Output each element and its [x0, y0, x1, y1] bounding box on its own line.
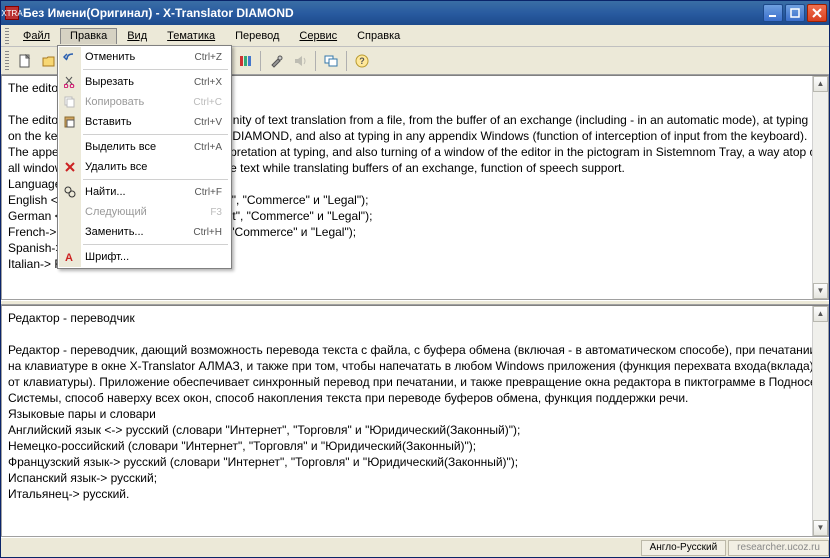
- scrollbar[interactable]: ▲ ▼: [812, 306, 828, 536]
- status-lang[interactable]: Англо-Русский: [641, 540, 727, 556]
- tr-line: Итальянец-> русский.: [8, 486, 822, 502]
- status-bar: Англо-Русский researcher.ucoz.ru: [1, 537, 829, 557]
- app-icon: XTRA: [5, 6, 19, 20]
- menu-translate[interactable]: Перевод: [225, 28, 289, 44]
- settings-icon[interactable]: [265, 50, 287, 72]
- edit-menu-dropdown: ОтменитьCtrl+Z ВырезатьCtrl+X Копировать…: [57, 45, 232, 269]
- cut-icon: [61, 73, 79, 91]
- scroll-down-icon[interactable]: ▼: [813, 520, 828, 536]
- menu-bar: Файл Правка Вид Тематика Перевод Сервис …: [1, 25, 829, 47]
- menu-file[interactable]: Файл: [13, 28, 60, 44]
- tr-line: Немецко-российский (словари "Интернет", …: [8, 438, 822, 454]
- edit-next: СледующийF3: [59, 202, 230, 222]
- scroll-down-icon[interactable]: ▼: [813, 283, 828, 299]
- scroll-up-icon[interactable]: ▲: [813, 76, 828, 92]
- edit-find[interactable]: Найти...Ctrl+F: [59, 182, 230, 202]
- edit-delete-all[interactable]: Удалить все: [59, 157, 230, 177]
- menu-subject[interactable]: Тематика: [157, 28, 225, 44]
- edit-copy: КопироватьCtrl+C: [59, 92, 230, 112]
- scrollbar[interactable]: ▲ ▼: [812, 76, 828, 299]
- edit-undo[interactable]: ОтменитьCtrl+Z: [59, 47, 230, 67]
- window-title: Без Имени(Оригинал) - X-Translator DIAMO…: [23, 6, 763, 20]
- tr-line: Французский язык-> русский (словари "Инт…: [8, 454, 822, 470]
- menu-service[interactable]: Сервис: [289, 28, 347, 44]
- app-window: XTRA Без Имени(Оригинал) - X-Translator …: [0, 0, 830, 558]
- menubar-grip[interactable]: [5, 28, 9, 44]
- window-copy-icon[interactable]: [320, 50, 342, 72]
- paste-icon: [61, 113, 79, 131]
- help-icon[interactable]: ?: [351, 50, 373, 72]
- tr-line: Редактор - переводчик, дающий возможност…: [8, 342, 822, 406]
- status-site: researcher.ucoz.ru: [728, 540, 829, 556]
- svg-text:A: A: [65, 252, 73, 263]
- scroll-up-icon[interactable]: ▲: [813, 306, 828, 322]
- edit-select-all[interactable]: Выделить всеCtrl+A: [59, 137, 230, 157]
- tr-line: Редактор - переводчик: [8, 310, 822, 326]
- tr-line: Испанский язык-> русский;: [8, 470, 822, 486]
- menu-edit[interactable]: Правка: [60, 28, 117, 44]
- title-bar: XTRA Без Имени(Оригинал) - X-Translator …: [1, 1, 829, 25]
- maximize-button[interactable]: [785, 4, 805, 22]
- close-button[interactable]: [807, 4, 827, 22]
- minimize-button[interactable]: [763, 4, 783, 22]
- dictionaries-icon[interactable]: [234, 50, 256, 72]
- translation-pane[interactable]: Редактор - переводчик Редактор - перевод…: [1, 305, 829, 537]
- tr-line: Английский язык <-> русский (словари "Ин…: [8, 422, 822, 438]
- edit-font[interactable]: A Шрифт...: [59, 247, 230, 267]
- edit-replace[interactable]: Заменить...Ctrl+H: [59, 222, 230, 242]
- new-icon[interactable]: [14, 50, 36, 72]
- toolbar-grip[interactable]: [5, 51, 9, 71]
- find-icon: [61, 183, 79, 201]
- edit-cut[interactable]: ВырезатьCtrl+X: [59, 72, 230, 92]
- edit-paste[interactable]: ВставитьCtrl+V: [59, 112, 230, 132]
- tr-line: Языковые пары и словари: [8, 406, 822, 422]
- copy-icon: [61, 93, 79, 111]
- menu-help[interactable]: Справка: [347, 28, 410, 44]
- menu-view[interactable]: Вид: [117, 28, 157, 44]
- speak-icon[interactable]: [289, 50, 311, 72]
- delete-icon: [61, 158, 79, 176]
- svg-text:?: ?: [359, 56, 365, 66]
- font-icon: A: [61, 248, 79, 266]
- undo-icon: [61, 48, 79, 66]
